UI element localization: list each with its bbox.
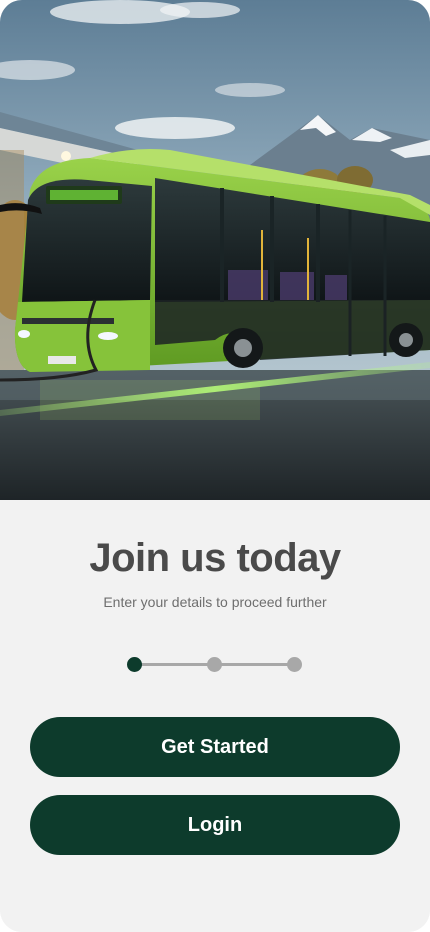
onboarding-panel: Join us today Enter your details to proc… xyxy=(0,500,430,932)
page-title: Join us today xyxy=(89,536,341,580)
step-indicator-3 xyxy=(287,656,302,672)
step-indicator-1 xyxy=(127,656,142,672)
electric-bus-illustration xyxy=(0,0,430,500)
progress-stepper xyxy=(126,655,306,673)
hero-image xyxy=(0,0,430,500)
get-started-button[interactable]: Get Started xyxy=(30,717,400,777)
step-indicator-2 xyxy=(207,656,222,672)
onboarding-screen: Join us today Enter your details to proc… xyxy=(0,0,430,932)
login-button[interactable]: Login xyxy=(30,795,400,855)
page-subtitle: Enter your details to proceed further xyxy=(103,594,327,610)
